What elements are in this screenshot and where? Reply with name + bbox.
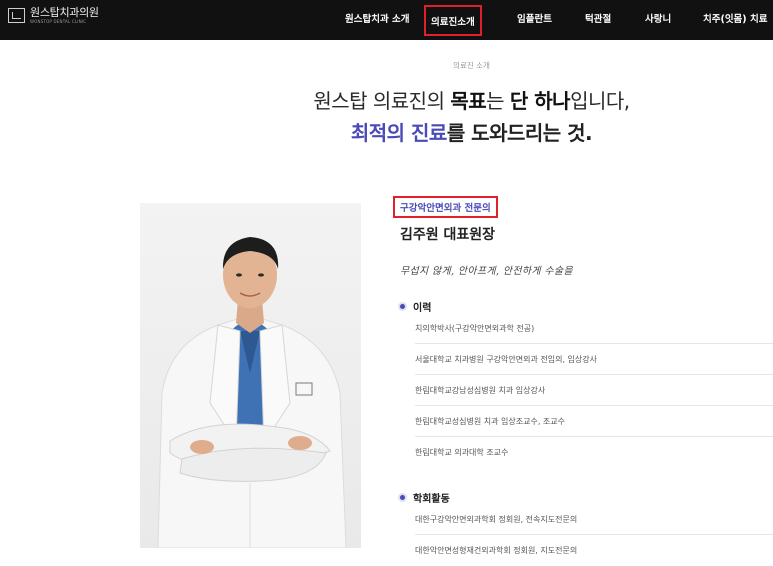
doctor-motto: 무섭지 않게, 안아프게, 안전하게 수술을 <box>400 266 573 277</box>
nav-item-medical-staff[interactable]: 의료진소개 <box>424 5 482 36</box>
bullet-icon <box>400 304 405 309</box>
logo-subtitle: WONSTOP DENTAL CLINIC <box>30 19 87 24</box>
nav-item-clinic-intro[interactable]: 원스탑치과 소개 <box>345 11 410 25</box>
clinic-logo[interactable]: 원스탑치과의원 WONSTOP DENTAL CLINIC <box>8 7 99 24</box>
section-eyebrow: 의료진 소개 <box>453 61 490 70</box>
list-item: 대한구강악안면외과학회 정회원, 전속지도전문의 <box>415 504 773 535</box>
specialty-label: 구강악안면외과 전문의 <box>393 196 498 218</box>
list-item: 서울대학교 치과병원 구강악안면외과 전임의, 임상강사 <box>415 344 773 375</box>
bullet-icon <box>400 495 405 500</box>
top-navigation-bar: 원스탑치과의원 WONSTOP DENTAL CLINIC 원스탑치과 소개 의… <box>0 0 773 40</box>
doctor-name: 김주원 대표원장 <box>400 227 496 243</box>
headline-line-2: 최적의 진료를 도와드리는 것. <box>350 121 593 145</box>
list-item: 한림대학교강남성심병원 치과 임상강사 <box>415 375 773 406</box>
list-item: 대한악안면성형재건외과학회 정회원, 지도전문의 <box>415 546 578 555</box>
society-heading: 학회활동 <box>400 490 450 505</box>
nav-item-tmj[interactable]: 턱관절 <box>585 11 611 25</box>
headline-line-1: 원스탑 의료진의 목표는 단 하나입니다, <box>313 89 630 113</box>
list-item: 한림대학교 의과대학 조교수 <box>415 448 509 457</box>
doctor-photo <box>140 203 361 548</box>
career-heading: 이력 <box>400 299 431 314</box>
doctor-portrait-illustration <box>157 237 347 548</box>
logo-icon <box>8 8 25 23</box>
logo-name: 원스탑치과의원 <box>30 6 99 19</box>
list-item: 한림대학교성심병원 치과 임상조교수, 조교수 <box>415 406 773 437</box>
list-item: 치의학박사(구강악안면외과학 전공) <box>415 313 773 344</box>
career-list: 치의학박사(구강악안면외과학 전공) 서울대학교 치과병원 구강악안면외과 전임… <box>415 313 773 468</box>
nav-item-implant[interactable]: 임플란트 <box>517 11 552 25</box>
nav-item-periodontal[interactable]: 치주(잇몸) 치료 <box>703 11 767 25</box>
society-list: 대한구강악안면외과학회 정회원, 전속지도전문의 대한악안면성형재건외과학회 정… <box>415 504 773 566</box>
nav-item-wisdom-tooth[interactable]: 사랑니 <box>645 11 671 25</box>
